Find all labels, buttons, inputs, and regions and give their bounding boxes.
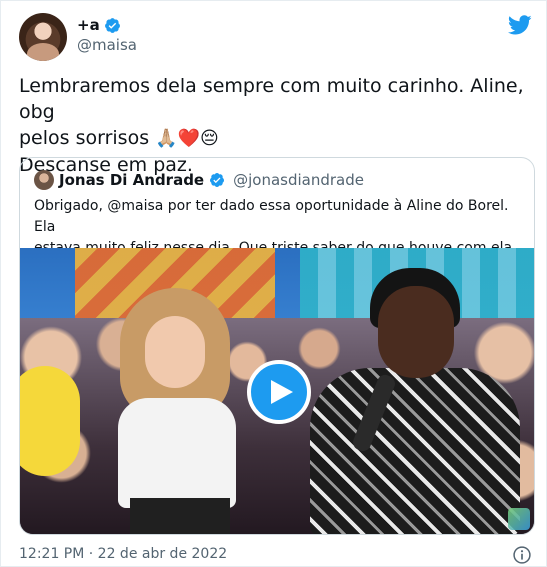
tweet-line-2-text: pelos sorrisos (19, 127, 150, 149)
tweet-card: +a @maisa Lembraremos dela sempre com mu… (0, 0, 547, 567)
author-avatar[interactable] (19, 13, 67, 61)
quoted-text-line-1: Obrigado, @maisa por ter dado essa oport… (34, 198, 509, 235)
tweet-timestamp[interactable]: 12:21 PM · 22 de abr de 2022 (19, 546, 227, 562)
quoted-author-handle[interactable]: @jonasdiandrade (233, 171, 364, 189)
twitter-bird-icon[interactable] (508, 13, 532, 37)
author-handle[interactable]: @maisa (77, 36, 137, 54)
play-button[interactable] (247, 360, 311, 424)
quoted-author-name[interactable]: Jonas Di Andrade (59, 171, 204, 189)
video-player[interactable] (20, 248, 534, 534)
tweet-line-1: Lembraremos dela sempre com muito carinh… (19, 75, 524, 123)
info-icon[interactable] (512, 545, 532, 565)
quoted-tweet-header[interactable]: Jonas Di Andrade @jonasdiandrade (34, 170, 364, 190)
verified-badge-icon (210, 173, 225, 187)
broadcaster-logo (508, 508, 530, 530)
quoted-tweet[interactable]: Jonas Di Andrade @jonasdiandrade Obrigad… (19, 157, 535, 535)
author-display-name[interactable]: +a (77, 16, 121, 34)
tweet-line-2: pelos sorrisos 🙏🏼❤️😔 (19, 125, 534, 152)
author-name-text[interactable]: +a (77, 16, 100, 34)
author-info[interactable]: +a @maisa (77, 15, 137, 54)
tweet-emojis: 🙏🏼❤️😔 (155, 128, 219, 149)
verified-badge-icon (104, 17, 120, 33)
video-person-left (100, 288, 250, 534)
play-icon (270, 380, 293, 404)
quoted-author-avatar[interactable] (34, 170, 54, 190)
stage-prop (20, 366, 80, 476)
